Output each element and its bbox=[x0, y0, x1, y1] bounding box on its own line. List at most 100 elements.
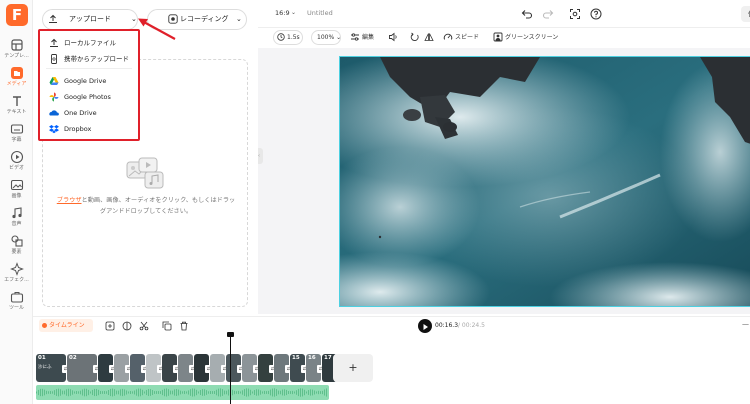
dropbox-icon bbox=[49, 125, 59, 134]
flip-icon[interactable] bbox=[424, 32, 434, 42]
template-icon bbox=[10, 39, 23, 51]
rail-item-images[interactable]: 画像 bbox=[0, 178, 33, 206]
rail-item-tools[interactable]: ツール bbox=[0, 290, 33, 318]
menu-item-label: Google Drive bbox=[64, 77, 107, 85]
clip-number: 02 bbox=[69, 355, 77, 361]
top-bar: 16:9 ⌄ Untitled 保存 bbox=[258, 0, 750, 28]
screenshot-icon[interactable] bbox=[569, 8, 581, 20]
menu-item-dropbox[interactable]: Dropbox bbox=[40, 121, 138, 137]
browse-link[interactable]: ブラウザ bbox=[57, 197, 82, 204]
zoom-select[interactable]: 100% ⌄ bbox=[311, 30, 341, 45]
upload-dropdown-menu: ローカルファイル 携帯からアップロード Google Drive Google … bbox=[38, 29, 140, 141]
save-button[interactable]: 保存 bbox=[741, 6, 750, 22]
speed-label[interactable]: スピード bbox=[455, 32, 479, 43]
rail-item-media[interactable]: メディア bbox=[0, 66, 33, 94]
rail-label: 字幕 bbox=[11, 137, 22, 143]
edit-label[interactable]: 編集 bbox=[362, 32, 374, 43]
duration-chip[interactable]: 1.5s bbox=[273, 30, 303, 45]
add-icon[interactable] bbox=[105, 321, 115, 331]
menu-item-google-drive[interactable]: Google Drive bbox=[40, 73, 138, 89]
timeline-zoom-control[interactable]: — bbox=[742, 320, 749, 328]
menu-item-label: Dropbox bbox=[64, 125, 92, 133]
menu-item-local-file[interactable]: ローカルファイル bbox=[40, 35, 138, 51]
google-photos-icon bbox=[49, 92, 59, 102]
rail-label: ツール bbox=[8, 305, 24, 311]
panel-collapse-handle[interactable]: ‹ bbox=[258, 148, 263, 164]
menu-item-google-photos[interactable]: Google Photos bbox=[40, 89, 138, 105]
menu-item-label: Google Photos bbox=[64, 93, 111, 101]
upload-icon bbox=[49, 14, 57, 23]
menu-item-upload-from-phone[interactable]: 携帯からアップロード bbox=[40, 51, 138, 67]
menu-item-label: 携帯からアップロード bbox=[64, 55, 129, 63]
app-root: F テンプレ... メディア テキスト 字幕 ビデオ 画像 音声 要素 エフェク… bbox=[0, 0, 750, 404]
rail-item-subtitles[interactable]: 字幕 bbox=[0, 122, 33, 150]
clip-number: 17 bbox=[324, 355, 332, 361]
current-time: 00:16.3 bbox=[435, 322, 459, 329]
upload-button[interactable]: アップロード ⌄ bbox=[42, 9, 138, 30]
media-folder-icon bbox=[10, 67, 23, 79]
app-logo[interactable]: F bbox=[6, 4, 28, 26]
green-screen-icon[interactable] bbox=[493, 32, 503, 42]
rail-item-effects[interactable]: エフェク... bbox=[0, 262, 33, 290]
volume-icon[interactable] bbox=[388, 32, 398, 42]
play-icon bbox=[423, 324, 428, 330]
elements-icon bbox=[10, 235, 23, 247]
green-screen-label[interactable]: グリーンスクリーン bbox=[505, 32, 558, 43]
preview-stage: ‹ bbox=[258, 48, 750, 314]
timeline-tab-label: タイムライン bbox=[49, 322, 85, 329]
edit-toolbar: 1.5s 100% ⌄ 編集 スピード グリーンスクリーン bbox=[258, 28, 750, 48]
zoom-value: 100% bbox=[317, 34, 335, 41]
text-icon bbox=[12, 96, 21, 106]
subtitle-icon bbox=[10, 124, 23, 134]
onedrive-icon bbox=[49, 110, 59, 116]
playhead[interactable] bbox=[230, 334, 231, 404]
rail-item-audio[interactable]: 音声 bbox=[0, 206, 33, 234]
chevron-down-icon[interactable]: ⌄ bbox=[236, 10, 242, 29]
rail-item-text[interactable]: テキスト bbox=[0, 94, 33, 122]
timeline-tab[interactable]: タイムライン bbox=[39, 319, 93, 332]
scissors-icon[interactable] bbox=[139, 321, 149, 331]
play-button[interactable] bbox=[418, 319, 432, 333]
rail-label: 画像 bbox=[11, 193, 22, 199]
rail-item-templates[interactable]: テンプレ... bbox=[0, 38, 33, 66]
dropzone-text: ブラウザと動画、画像、オーディオをクリック、もしくはドラッグアンドドロップしてく… bbox=[55, 195, 237, 217]
audio-waveform bbox=[36, 388, 327, 397]
video-preview[interactable] bbox=[339, 56, 750, 307]
duration-value: 1.5s bbox=[287, 34, 300, 41]
menu-item-onedrive[interactable]: One Drive bbox=[40, 105, 138, 121]
video-icon bbox=[10, 150, 23, 164]
dropzone-instructions: と動画、画像、オーディオをクリック、もしくはドラッグアンドドロップしてください。 bbox=[81, 197, 236, 215]
rail-label: エフェク... bbox=[4, 277, 29, 283]
clip-number: 15 bbox=[292, 355, 300, 361]
adjust-icon[interactable] bbox=[350, 32, 360, 42]
aspect-ratio-select[interactable]: 16:9 bbox=[275, 9, 290, 17]
effects-icon bbox=[9, 262, 24, 276]
duplicate-icon[interactable] bbox=[162, 321, 172, 331]
timeline-tracks: 01沙にふ⇄02⇄⇄⇄⇄⇄⇄⇄⇄⇄⇄⇄⇄⇄15⇄16⇄17⇄18⇄20 + bbox=[33, 332, 750, 404]
timeline-bar: タイムライン 00:16.3 / 00:24.5 — bbox=[33, 316, 750, 334]
menu-item-label: ローカルファイル bbox=[64, 39, 116, 47]
rail-label: メディア bbox=[6, 81, 27, 87]
clip-number: 16 bbox=[308, 355, 316, 361]
audio-track[interactable] bbox=[36, 385, 329, 400]
speed-icon[interactable] bbox=[443, 32, 453, 42]
help-icon[interactable] bbox=[590, 8, 602, 20]
redo-icon[interactable] bbox=[542, 8, 554, 20]
rail-label: テンプレ... bbox=[4, 53, 29, 59]
timeline-dot-icon bbox=[42, 323, 47, 328]
image-icon bbox=[10, 179, 23, 191]
rotate-icon[interactable] bbox=[410, 32, 420, 42]
media-placeholder-icon bbox=[126, 157, 164, 189]
undo-icon[interactable] bbox=[521, 8, 533, 20]
rail-item-elements[interactable]: 要素 bbox=[0, 234, 33, 262]
menu-divider bbox=[46, 68, 132, 69]
chevron-down-icon[interactable]: ⌄ bbox=[291, 9, 296, 16]
add-clip-button[interactable]: + bbox=[333, 354, 373, 382]
phone-icon bbox=[51, 54, 57, 64]
split-icon[interactable] bbox=[122, 321, 132, 331]
rail-label: ビデオ bbox=[8, 165, 24, 171]
project-title[interactable]: Untitled bbox=[307, 9, 333, 17]
delete-icon[interactable] bbox=[179, 321, 189, 331]
rail-item-video[interactable]: ビデオ bbox=[0, 150, 33, 178]
music-icon bbox=[11, 207, 22, 219]
